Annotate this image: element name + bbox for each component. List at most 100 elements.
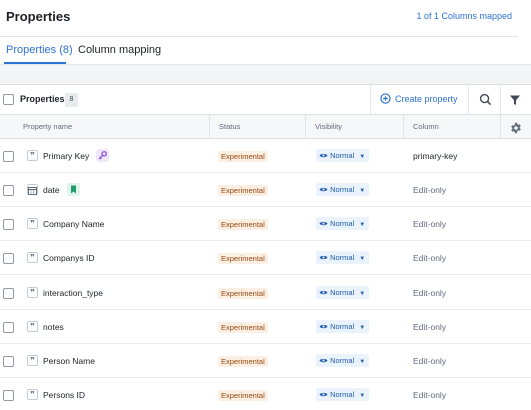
property-name: notes [43, 322, 64, 332]
column-header-visibility[interactable]: Visibility [315, 122, 342, 131]
property-name: interaction_type [43, 288, 104, 298]
property-count-badge: 8 [65, 93, 78, 107]
table-row[interactable]: ❞ Persons ID Experimental Normal ▼ Edit-o… [0, 378, 531, 410]
string-quote-icon: ❞ [27, 389, 38, 400]
string-quote-icon: ❞ [27, 287, 38, 298]
columns-mapped-link[interactable]: 1 of 1 Columns mapped [416, 11, 512, 21]
visibility-dropdown[interactable]: Normal ▼ [316, 183, 370, 196]
visibility-value: Normal [330, 253, 355, 262]
table-row[interactable]: ❞ Company Name Experimental Normal ▼ Edit… [0, 207, 531, 241]
visibility-dropdown[interactable]: Normal ▼ [316, 149, 370, 162]
visibility-value: Normal [330, 151, 355, 160]
column-resize-handle[interactable] [500, 115, 501, 138]
property-name: Companys ID [43, 253, 95, 263]
row-checkbox[interactable] [3, 185, 14, 196]
row-checkbox[interactable] [3, 219, 14, 230]
visibility-value: Normal [330, 185, 355, 194]
eye-icon [319, 290, 328, 295]
table-row[interactable]: date Experimental Normal ▼ Edit-only [0, 173, 531, 207]
row-checkbox[interactable] [3, 253, 14, 264]
table-header: Property name Status Visibility Column [0, 115, 531, 139]
visibility-value: Normal [330, 390, 355, 399]
eye-icon [319, 392, 328, 397]
string-quote-icon: ❞ [27, 150, 38, 161]
visibility-dropdown[interactable]: Normal ▼ [316, 388, 370, 401]
column-value: Edit-only [413, 288, 447, 298]
visibility-dropdown[interactable]: Normal ▼ [316, 286, 370, 299]
visibility-value: Normal [330, 322, 355, 331]
eye-icon [319, 187, 328, 192]
table-row[interactable]: ❞ Companys ID Experimental Normal ▼ Edit-… [0, 241, 531, 275]
column-value: Edit-only [413, 322, 447, 332]
page-header: Properties 1 of 1 Columns mapped [0, 0, 531, 36]
visibility-dropdown[interactable]: Normal ▼ [316, 354, 370, 367]
column-header-property-name[interactable]: Property name [23, 122, 72, 131]
row-checkbox[interactable] [3, 356, 14, 367]
row-checkbox[interactable] [3, 322, 14, 333]
table-row[interactable]: ❞ Primary Key Experimental Normal ▼ prima… [0, 139, 531, 173]
column-value: Edit-only [413, 390, 447, 400]
property-name: date [43, 185, 60, 195]
toolbar-divider [468, 85, 469, 115]
calendar-icon [27, 184, 38, 195]
status-badge: Experimental [218, 253, 268, 264]
column-header-column[interactable]: Column [413, 122, 439, 131]
status-badge: Experimental [218, 151, 268, 162]
search-icon[interactable] [479, 93, 492, 111]
eye-icon [319, 324, 328, 329]
table-row[interactable]: ❞ notes Experimental Normal ▼ Edit-only [0, 310, 531, 344]
string-quote-icon: ❞ [27, 218, 38, 229]
table-title: Properties [20, 94, 65, 104]
status-badge: Experimental [218, 219, 268, 230]
caret-down-icon: ▼ [359, 154, 366, 160]
gear-icon[interactable] [510, 121, 522, 139]
status-badge: Experimental [218, 288, 268, 299]
table-toolbar: Properties 8 Create property [0, 84, 531, 115]
column-resize-handle[interactable] [305, 115, 306, 138]
string-quote-icon: ❞ [27, 321, 38, 332]
plus-circle-icon [380, 93, 391, 104]
table-row[interactable]: ❞ interaction_type Experimental Normal ▼ … [0, 276, 531, 310]
property-name: Person Name [43, 356, 95, 366]
row-checkbox[interactable] [3, 288, 14, 299]
tab-properties[interactable]: Properties (8) [6, 44, 73, 56]
column-value: Edit-only [413, 185, 447, 195]
visibility-dropdown[interactable]: Normal ▼ [316, 217, 370, 230]
property-name: Primary Key [43, 151, 90, 161]
string-quote-icon: ❞ [27, 252, 38, 263]
column-value: Edit-only [413, 356, 447, 366]
table-row[interactable]: ❞ Person Name Experimental Normal ▼ Edit-… [0, 344, 531, 378]
eye-icon [319, 221, 328, 226]
column-resize-handle[interactable] [209, 115, 210, 138]
visibility-value: Normal [330, 219, 355, 228]
row-checkbox[interactable] [3, 151, 14, 162]
page-title: Properties [6, 9, 71, 24]
section-spacer [0, 64, 531, 84]
select-all-checkbox[interactable] [3, 94, 14, 105]
row-checkbox[interactable] [3, 390, 14, 401]
tab-column-mapping[interactable]: Column mapping [78, 44, 161, 56]
caret-down-icon: ▼ [359, 359, 366, 365]
column-resize-handle[interactable] [403, 115, 404, 138]
tab-bar: Properties (8) Column mapping [0, 37, 531, 64]
caret-down-icon: ▼ [359, 291, 366, 297]
eye-icon [319, 358, 328, 363]
property-name: Persons ID [43, 390, 86, 400]
caret-down-icon: ▼ [359, 325, 366, 331]
column-header-status[interactable]: Status [219, 122, 240, 131]
toolbar-divider [500, 85, 501, 115]
visibility-value: Normal [330, 356, 355, 365]
visibility-dropdown[interactable]: Normal ▼ [316, 320, 370, 333]
column-value: Edit-only [413, 219, 447, 229]
status-badge: Experimental [218, 322, 268, 333]
status-badge: Experimental [218, 356, 268, 367]
toolbar-divider [370, 85, 371, 115]
bookmark-icon [67, 183, 80, 196]
create-property-button[interactable]: Create property [380, 93, 458, 104]
caret-down-icon: ▼ [359, 188, 366, 194]
filter-icon[interactable] [509, 93, 521, 111]
column-value: primary-key [413, 151, 458, 161]
eye-icon [319, 255, 328, 260]
visibility-dropdown[interactable]: Normal ▼ [316, 251, 370, 264]
caret-down-icon: ▼ [359, 222, 366, 228]
